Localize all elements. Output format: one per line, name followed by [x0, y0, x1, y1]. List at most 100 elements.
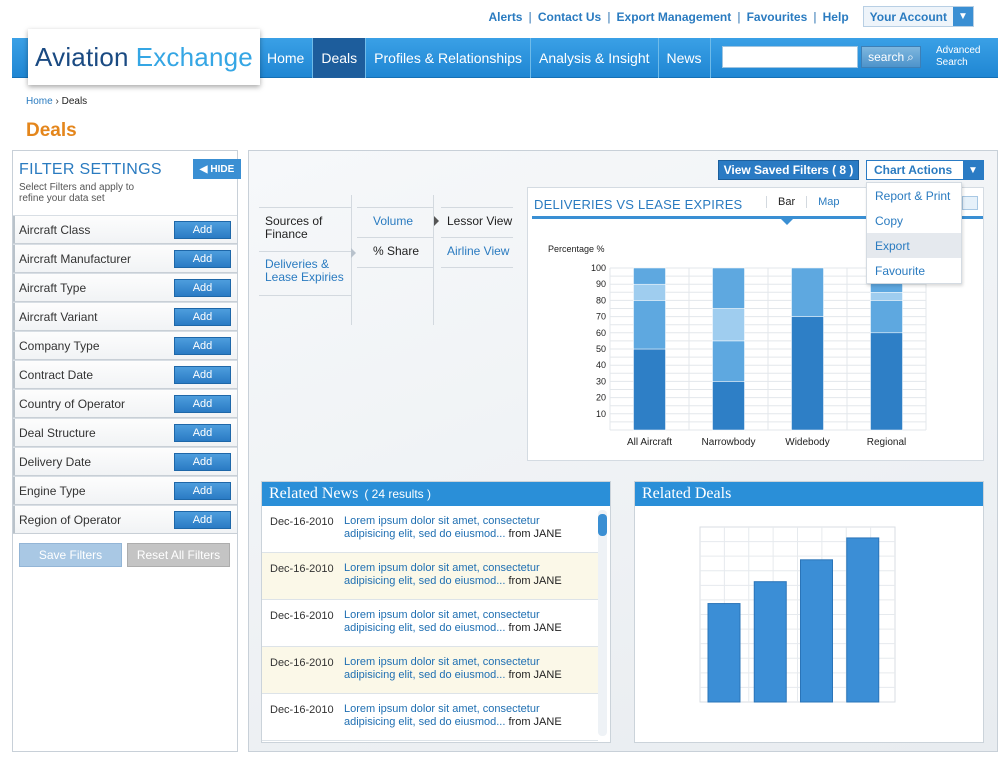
breadcrumb-separator: ›: [55, 96, 59, 107]
favourites-link[interactable]: Favourites: [741, 10, 814, 24]
tree-item-airline-view[interactable]: Airline View: [447, 245, 509, 258]
y-tick-label: 90: [596, 279, 606, 289]
deal-bar: [800, 559, 833, 703]
news-item[interactable]: Dec-16-2010 Lorem ipsum dolor sit amet, c…: [262, 694, 598, 741]
help-link[interactable]: Help: [817, 10, 855, 24]
nav-news[interactable]: News: [657, 38, 711, 78]
divider: [357, 207, 433, 208]
news-item[interactable]: Dec-16-2010 Lorem ipsum dolor sit amet, c…: [262, 553, 598, 600]
news-author: from JANE: [508, 669, 562, 681]
advanced-search-link[interactable]: Advanced Search: [936, 45, 980, 69]
filter-label: Aircraft Variant: [19, 309, 98, 324]
x-tick-label: Widebody: [785, 437, 829, 448]
news-text-block: Lorem ipsum dolor sit amet, consectetur …: [344, 656, 574, 682]
scrollbar[interactable]: [598, 510, 607, 736]
export-management-link[interactable]: Export Management: [611, 10, 738, 24]
filter-title: FILTER SETTINGS: [19, 161, 162, 178]
add-filter-button[interactable]: Add: [174, 336, 231, 355]
bar-segment: [633, 348, 666, 431]
tree-item-volume[interactable]: Volume: [373, 215, 413, 228]
filter-row: Aircraft Manufacturer Add: [13, 244, 237, 273]
menu-item-export[interactable]: Export: [867, 233, 961, 258]
related-news-title: Related News: [269, 485, 359, 502]
news-date: Dec-16-2010: [270, 657, 334, 669]
filter-label: Region of Operator: [19, 512, 122, 527]
chevron-down-icon: ▼: [963, 161, 983, 179]
scrollbar-thumb[interactable]: [598, 514, 607, 536]
logo[interactable]: Aviation Exchange: [28, 29, 260, 85]
deal-bar: [846, 537, 880, 703]
related-deals-header: Related Deals: [635, 482, 983, 506]
menu-item-favourite[interactable]: Favourite: [867, 258, 961, 283]
add-filter-button[interactable]: Add: [174, 220, 231, 239]
filter-label: Contract Date: [19, 367, 94, 382]
news-item[interactable]: Dec-16-2010 Lorem ipsum dolor sit amet, c…: [262, 600, 598, 647]
view-saved-filters-button[interactable]: View Saved Filters ( 8 ): [718, 160, 859, 180]
reset-all-filters-button[interactable]: Reset All Filters: [127, 543, 230, 567]
nav-analysis-insight[interactable]: Analysis & Insight: [530, 38, 658, 78]
filter-label: Deal Structure: [19, 425, 96, 440]
news-date: Dec-16-2010: [270, 563, 334, 575]
news-item[interactable]: Dec-16-2010 Lorem ipsum dolor sit amet, c…: [262, 647, 598, 694]
menu-item-report-print[interactable]: Report & Print: [867, 183, 961, 208]
tree-item-share[interactable]: % Share: [373, 245, 419, 258]
x-tick-label: Narrowbody: [702, 437, 756, 448]
filter-label: Delivery Date: [19, 454, 92, 469]
alerts-link[interactable]: Alerts: [482, 10, 528, 24]
add-filter-button[interactable]: Add: [174, 394, 231, 413]
news-author: from JANE: [508, 716, 562, 728]
filter-row: Delivery Date Add: [13, 447, 237, 476]
x-tick-label: All Aircraft: [627, 437, 672, 448]
y-tick-label: 10: [596, 409, 606, 419]
tab-map[interactable]: Map: [806, 196, 850, 208]
filter-list: Aircraft Class Add Aircraft Manufacturer Ad…: [13, 215, 237, 534]
save-filters-button[interactable]: Save Filters: [19, 543, 122, 567]
filter-label: Country of Operator: [19, 396, 126, 411]
caret-left-icon: ◀: [199, 163, 208, 175]
advanced-search-line2: Search: [936, 57, 968, 68]
deal-bar: [753, 581, 787, 703]
nav-deals[interactable]: Deals: [312, 38, 366, 78]
add-filter-button[interactable]: Add: [174, 423, 231, 442]
related-news-panel: Related News ( 24 results ) Dec-16-2010 L…: [261, 481, 611, 743]
advanced-search-line1: Advanced: [936, 45, 981, 56]
news-item[interactable]: Dec-16-2010 Lorem ipsum dolor sit amet, c…: [262, 506, 598, 553]
account-dropdown[interactable]: Your Account ▼: [862, 6, 974, 27]
tree-item-sources-of-finance[interactable]: Sources of Finance: [265, 215, 349, 241]
news-author: from JANE: [508, 528, 562, 540]
logo-text-exchange: Exchange: [135, 41, 253, 72]
news-date: Dec-16-2010: [270, 516, 334, 528]
news-text-block: Lorem ipsum dolor sit amet, consectetur …: [344, 609, 574, 635]
chart-actions-dropdown[interactable]: Chart Actions ▼: [866, 160, 984, 180]
tree-item-deliveries-lease-expiries[interactable]: Deliveries & Lease Expiries: [265, 258, 349, 284]
add-filter-button[interactable]: Add: [174, 510, 231, 529]
main-panel: View Saved Filters ( 8 ) Chart Actions ▼…: [248, 150, 998, 752]
add-filter-button[interactable]: Add: [174, 481, 231, 500]
breadcrumb-home[interactable]: Home: [26, 96, 53, 107]
bar-segment: [712, 340, 745, 382]
news-date: Dec-16-2010: [270, 610, 334, 622]
hide-button[interactable]: ◀ HIDE: [193, 159, 241, 179]
add-filter-button[interactable]: Add: [174, 307, 231, 326]
related-deals-panel: Related Deals: [634, 481, 984, 743]
hide-button-label: HIDE: [210, 163, 235, 175]
divider: [351, 195, 352, 325]
add-filter-button[interactable]: Add: [174, 452, 231, 471]
add-filter-button[interactable]: Add: [174, 278, 231, 297]
filter-row: Aircraft Class Add: [13, 215, 237, 244]
tab-bar[interactable]: Bar: [766, 196, 806, 208]
menu-item-copy[interactable]: Copy: [867, 208, 961, 233]
filter-panel: FILTER SETTINGS Select Filters and apply…: [12, 150, 241, 752]
add-filter-button[interactable]: Add: [174, 365, 231, 384]
nav-home[interactable]: Home: [258, 38, 312, 78]
search-button[interactable]: search ⌕: [861, 46, 921, 68]
expand-icon[interactable]: [962, 196, 978, 210]
deal-bar: [707, 603, 741, 703]
divider: [441, 267, 513, 268]
contact-us-link[interactable]: Contact Us: [532, 10, 607, 24]
add-filter-button[interactable]: Add: [174, 249, 231, 268]
tree-item-lessor-view[interactable]: Lessor View: [447, 215, 512, 228]
nav-profiles-relationships[interactable]: Profiles & Relationships: [365, 38, 530, 78]
divider: [441, 207, 513, 208]
search-input[interactable]: [722, 46, 858, 68]
